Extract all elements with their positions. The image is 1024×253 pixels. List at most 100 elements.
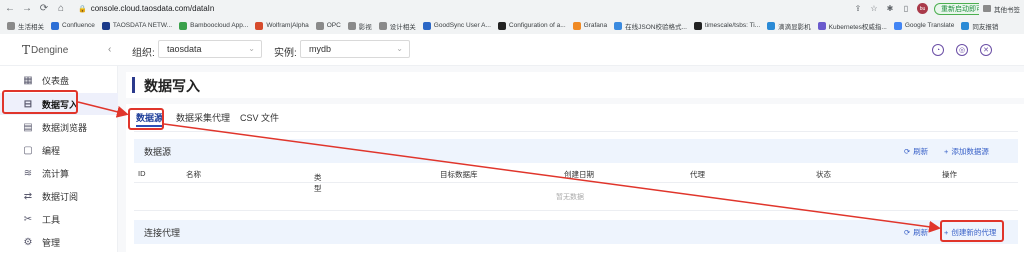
sidebar-item-dashboard[interactable]: ▦ 仪表盘: [0, 69, 118, 91]
table-divider: [134, 210, 1018, 211]
sidebar-item-stream[interactable]: ≋ 流计算: [0, 162, 118, 184]
bookmark-icon: [893, 21, 902, 30]
bookmark-item[interactable]: 设计相关: [378, 21, 416, 31]
tab-csv[interactable]: CSV 文件: [240, 111, 279, 124]
tdengine-logo[interactable]: T Dengine: [22, 43, 68, 57]
datasource-section-header: 数据源 ⟳ 刷新 + 添加数据源: [134, 139, 1018, 163]
bookmark-label: 滴滴显影机: [778, 23, 811, 31]
highlight-box-create-agent: [940, 220, 1004, 242]
bookmark-item[interactable]: Wolfram|Alpha: [255, 21, 309, 30]
main-content: 数据写入 数据源 数据采集代理 CSV 文件 数据源 ⟳ 刷新 + 添加数据源 …: [118, 66, 1024, 252]
url-text: console.cloud.taosdata.com/dataIn: [90, 4, 215, 13]
bookmark-icon: [497, 21, 506, 30]
notification-icon[interactable]: ◔: [932, 44, 944, 56]
other-bookmarks[interactable]: 其他书签: [979, 0, 1020, 17]
bookmark-label: Grafana: [583, 22, 608, 29]
bookmark-item[interactable]: 在线JSON校验格式...: [614, 21, 687, 31]
bookmark-item[interactable]: TAOSDATA NETW...: [101, 21, 172, 30]
bookmark-icon: [693, 21, 702, 30]
collapse-sidebar-icon[interactable]: ‹: [108, 44, 111, 55]
back-icon[interactable]: ←: [3, 2, 17, 16]
bookmark-item[interactable]: 影视: [347, 21, 372, 31]
refresh-icon: ⟳: [904, 147, 911, 156]
sidebar-item-explorer[interactable]: ▤ 数据浏览器: [0, 116, 118, 138]
logo-text: Dengine: [31, 44, 69, 56]
sidebar-item-programming[interactable]: ▢ 编程: [0, 139, 118, 161]
address-bar[interactable]: 🔒 console.cloud.taosdata.com/dataIn: [78, 2, 798, 15]
datasource-heading: 数据源: [144, 147, 172, 157]
reload-icon[interactable]: ⟳: [37, 2, 51, 16]
help-icon[interactable]: ◎: [956, 44, 968, 56]
bookmark-label: Kubernetes权威指...: [828, 23, 887, 31]
bookmark-item[interactable]: timescale/tsbs: Ti...: [693, 21, 760, 30]
forward-icon[interactable]: →: [20, 2, 34, 16]
bookmark-item[interactable]: OPC: [315, 21, 341, 30]
org-select[interactable]: taosdata ⌄: [158, 40, 262, 58]
bookmark-item[interactable]: Confluence: [51, 21, 95, 30]
highlight-box-sidebar: [2, 90, 78, 114]
add-datasource-button[interactable]: + 添加数据源: [944, 146, 989, 157]
column-header: 代理: [690, 170, 705, 179]
bookmark-item[interactable]: Grafana: [572, 21, 608, 30]
column-header: 目标数据库: [440, 170, 478, 179]
bookmark-item[interactable]: Bamboocloud App...: [179, 21, 248, 30]
bookmark-icon: [378, 21, 387, 30]
bookmark-item[interactable]: 滴滴显影机: [767, 21, 811, 31]
bookmark-icon: [315, 21, 324, 30]
tab-agent[interactable]: 数据采集代理: [176, 111, 230, 124]
logo-mark: T: [22, 43, 31, 57]
user-icon[interactable]: ✕: [980, 44, 992, 56]
admin-icon: ⚙: [23, 236, 33, 248]
browser-chrome: ← → ⟳ ⌂ 🔒 console.cloud.taosdata.com/dat…: [0, 0, 1024, 34]
bookmark-icon: [817, 21, 826, 30]
extensions-icon[interactable]: ✱: [885, 4, 895, 14]
bookmark-label: 影视: [358, 23, 372, 31]
bookmark-item[interactable]: 生活相关: [7, 21, 44, 31]
bookmark-item[interactable]: Google Translate: [893, 21, 954, 30]
address-row: ← → ⟳ ⌂ 🔒 console.cloud.taosdata.com/dat…: [0, 0, 1024, 17]
star-icon[interactable]: ☆: [869, 4, 879, 14]
add-datasource-label: 添加数据源: [951, 147, 989, 156]
tools-icon: ✂: [23, 213, 33, 225]
other-bookmarks-label: 其他书签: [994, 6, 1020, 14]
bookmark-icon: [347, 21, 356, 30]
instance-value: mydb: [309, 44, 332, 54]
code-icon: ▢: [23, 144, 33, 156]
app-header: T Dengine ‹ 组织: taosdata ⌄ 实例: mydb ⌄ ◔ …: [0, 34, 1024, 66]
title-accent: [132, 77, 135, 93]
folder-icon: [983, 5, 991, 12]
home-icon[interactable]: ⌂: [54, 2, 68, 16]
bookmark-label: 同友报销: [972, 23, 999, 31]
instance-label: 实例:: [274, 48, 297, 59]
sidebar-item-subscribe[interactable]: ⇄ 数据订阅: [0, 185, 118, 207]
sidebar-item-admin[interactable]: ⚙ 管理: [0, 231, 118, 253]
instance-select[interactable]: mydb ⌄: [300, 40, 410, 58]
bookmark-icon: [961, 21, 970, 30]
agent-refresh-button[interactable]: ⟳ 刷新: [904, 227, 928, 238]
bookmark-item[interactable]: Configuration of a...: [497, 21, 566, 30]
bookmark-icon: [614, 21, 623, 30]
bookmark-item[interactable]: 同友报销: [961, 21, 998, 31]
sidebar-item-label: 数据订阅: [42, 191, 79, 202]
sidepanel-icon[interactable]: ▯: [901, 4, 911, 14]
share-icon[interactable]: ⇪: [853, 4, 863, 14]
bookmark-item[interactable]: GoodSync User A...: [422, 21, 491, 30]
bookmark-icon: [179, 21, 188, 30]
page-title: 数据写入: [144, 78, 200, 94]
sidebar-item-label: 数据浏览器: [42, 122, 88, 133]
bookmark-label: 在线JSON校验格式...: [625, 23, 687, 31]
refresh-icon: ⟳: [904, 228, 911, 237]
sidebar-item-tools[interactable]: ✂ 工具: [0, 208, 118, 230]
bookmark-icon: [422, 21, 431, 30]
content-panel: 数据源 数据采集代理 CSV 文件 数据源 ⟳ 刷新 + 添加数据源 ID 名称…: [126, 104, 1024, 252]
sidebar-item-label: 工具: [42, 214, 61, 225]
bookmark-label: 设计相关: [389, 23, 416, 31]
bookmark-item[interactable]: Kubernetes权威指...: [817, 21, 887, 31]
profile-avatar[interactable]: bu: [917, 3, 928, 14]
datasource-table-header: ID 名称 类型 ⌄ 目标数据库 创建日期 代理 状态 操作: [134, 166, 1018, 193]
subscribe-icon: ⇄: [23, 190, 33, 202]
sidebar-item-label: 编程: [42, 145, 61, 156]
column-header: 创建日期: [564, 170, 594, 179]
column-header: 名称: [186, 170, 201, 179]
datasource-refresh-button[interactable]: ⟳ 刷新: [904, 146, 928, 157]
